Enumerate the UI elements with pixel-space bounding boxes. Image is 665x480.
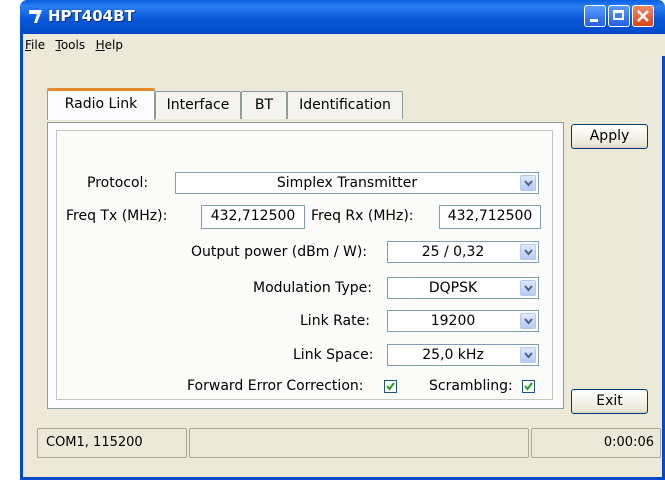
freq-rx-input[interactable]: 432,712500 bbox=[439, 205, 541, 229]
apply-button[interactable]: Apply bbox=[571, 124, 648, 149]
fec-checkbox[interactable] bbox=[384, 380, 397, 393]
chevron-down-icon[interactable] bbox=[520, 244, 536, 260]
status-bar: COM1, 115200 0:00:06 bbox=[37, 428, 661, 458]
status-time: 0:00:06 bbox=[531, 428, 661, 458]
tab-bt[interactable]: BT bbox=[241, 91, 287, 119]
menu-help[interactable]: Help bbox=[94, 34, 127, 52]
status-middle bbox=[189, 428, 529, 458]
tab-radio-link[interactable]: Radio Link bbox=[47, 88, 155, 120]
output-power-select[interactable]: 25 / 0,32 bbox=[387, 241, 539, 263]
protocol-label: Protocol: bbox=[87, 175, 149, 191]
chevron-down-icon[interactable] bbox=[520, 313, 536, 329]
exit-button[interactable]: Exit bbox=[571, 389, 648, 414]
fec-label: Forward Error Correction: bbox=[187, 378, 364, 394]
freq-tx-label: Freq Tx (MHz): bbox=[66, 208, 168, 224]
link-rate-select[interactable]: 19200 bbox=[387, 310, 539, 332]
tab-interface[interactable]: Interface bbox=[155, 91, 241, 119]
checkmark-icon bbox=[524, 382, 533, 391]
title-bar[interactable]: HPT404BT bbox=[20, 0, 665, 34]
output-power-label: Output power (dBm / W): bbox=[191, 244, 368, 260]
protocol-select[interactable]: Simplex Transmitter bbox=[175, 172, 539, 194]
chevron-down-icon[interactable] bbox=[520, 280, 536, 296]
close-icon bbox=[637, 10, 649, 22]
app-icon bbox=[27, 7, 45, 25]
minimize-button[interactable] bbox=[584, 5, 606, 27]
settings-group: Protocol: Simplex Transmitter Freq Tx (M… bbox=[56, 130, 553, 400]
menu-file[interactable]: File bbox=[23, 34, 49, 52]
modulation-select[interactable]: DQPSK bbox=[387, 277, 539, 299]
menu-tools[interactable]: Tools bbox=[54, 34, 90, 52]
maximize-button[interactable] bbox=[608, 5, 630, 27]
close-button[interactable] bbox=[632, 5, 654, 27]
freq-tx-input[interactable]: 432,712500 bbox=[201, 205, 305, 229]
client-area: Radio Link Interface BT Identification P… bbox=[20, 56, 665, 480]
radio-link-panel: Protocol: Simplex Transmitter Freq Tx (M… bbox=[47, 122, 564, 409]
status-port: COM1, 115200 bbox=[37, 428, 187, 458]
window-title: HPT404BT bbox=[48, 7, 135, 25]
chevron-down-icon[interactable] bbox=[520, 347, 536, 363]
link-space-select[interactable]: 25,0 kHz bbox=[387, 344, 539, 366]
scrambling-label: Scrambling: bbox=[429, 378, 513, 394]
modulation-label: Modulation Type: bbox=[253, 280, 373, 296]
scrambling-checkbox[interactable] bbox=[522, 380, 535, 393]
checkmark-icon bbox=[386, 382, 395, 391]
link-rate-label: Link Rate: bbox=[300, 313, 370, 329]
tab-identification[interactable]: Identification bbox=[287, 91, 403, 119]
app-window: HPT404BT File Tools Help Radio Link Inte… bbox=[20, 0, 665, 480]
chevron-down-icon[interactable] bbox=[520, 175, 536, 191]
freq-rx-label: Freq Rx (MHz): bbox=[311, 208, 414, 224]
menu-bar: File Tools Help bbox=[20, 34, 665, 56]
link-space-label: Link Space: bbox=[293, 347, 374, 363]
